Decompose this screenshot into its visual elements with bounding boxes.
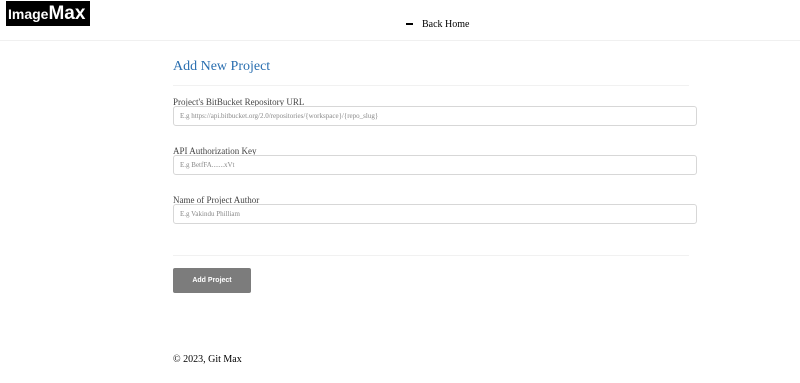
add-project-button[interactable]: Add Project xyxy=(173,268,251,293)
divider xyxy=(173,255,689,256)
page-title: Add New Project xyxy=(173,59,271,74)
logo-text-image: Image xyxy=(8,6,49,22)
author-name-input[interactable] xyxy=(173,204,697,224)
back-home-label: Back Home xyxy=(422,18,470,30)
divider xyxy=(173,85,689,86)
top-header: ImageMax Back Home xyxy=(0,0,800,41)
logo-text-max: Max xyxy=(48,3,86,24)
back-home-link[interactable]: Back Home xyxy=(406,17,470,31)
footer-copyright: © 2023, Git Max xyxy=(173,354,242,365)
page: ImageMax Back Home Add New Project Proje… xyxy=(0,0,800,383)
arrow-left-icon xyxy=(406,23,413,25)
repository-url-input[interactable] xyxy=(173,106,697,126)
api-key-input[interactable] xyxy=(173,155,697,175)
logo[interactable]: ImageMax xyxy=(6,1,90,26)
